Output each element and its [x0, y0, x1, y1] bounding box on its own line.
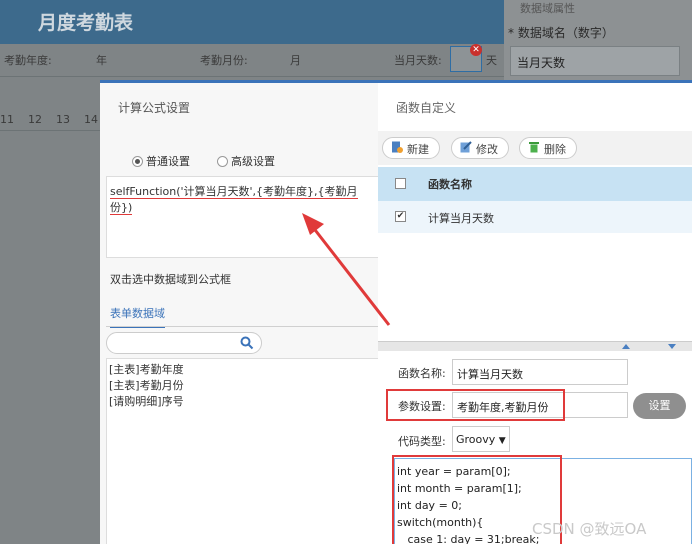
watermark: CSDN @致远OA — [532, 520, 647, 538]
annotation-arrow — [302, 213, 391, 326]
